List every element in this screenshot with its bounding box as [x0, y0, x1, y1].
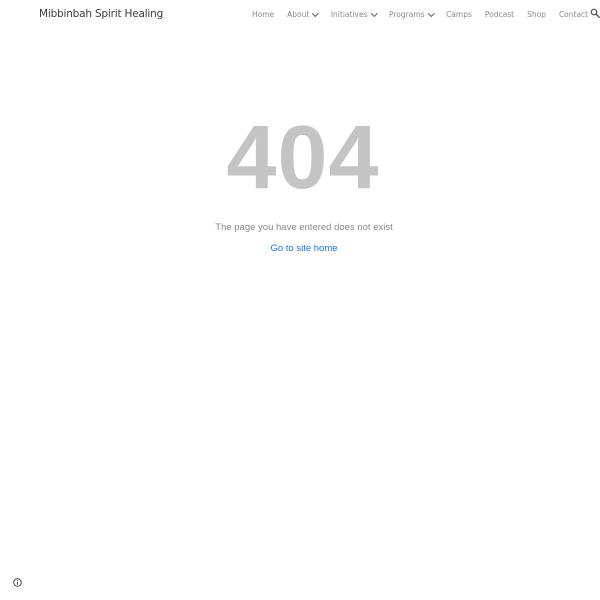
nav-item-about[interactable]: About: [287, 9, 319, 19]
nav-item-label: About: [287, 10, 310, 19]
chevron-down-icon[interactable]: [312, 9, 319, 17]
nav-item-label: Initiatives: [330, 10, 368, 19]
search-icon[interactable]: [590, 8, 600, 18]
nav-item-contact[interactable]: Contact: [559, 10, 588, 19]
nav-item-label: Programs: [389, 10, 425, 19]
go-home-link[interactable]: Go to site home: [270, 243, 337, 254]
nav-item-initiatives[interactable]: Initiatives: [330, 9, 377, 19]
page: Mibbinbah Spirit Healing Home About Init…: [0, 0, 600, 600]
nav-item-programs[interactable]: Programs: [389, 9, 434, 19]
site-header: Mibbinbah Spirit Healing Home About Init…: [0, 0, 600, 28]
nav-item-shop[interactable]: Shop: [527, 10, 546, 19]
info-icon[interactable]: [13, 578, 22, 587]
nav-item-label: Contact: [558, 10, 589, 19]
nav-item-label: Shop: [527, 10, 546, 19]
error-message: The page you have entered does not exist: [215, 222, 393, 233]
chevron-down-icon[interactable]: [370, 9, 377, 17]
nav-item-label: Camps: [446, 10, 472, 19]
chevron-down-icon[interactable]: [427, 9, 434, 17]
nav-item-camps[interactable]: Camps: [446, 10, 472, 19]
site-title[interactable]: Mibbinbah Spirit Healing: [39, 8, 163, 20]
nav-item-label: Home: [252, 10, 275, 19]
nav-item-home[interactable]: Home: [252, 10, 274, 19]
main-nav: Home About Initiatives Programs Camps Po…: [252, 9, 588, 19]
nav-item-podcast[interactable]: Podcast: [485, 10, 514, 19]
go-home-link-row: Go to site home: [0, 243, 600, 254]
nav-item-label: Podcast: [484, 10, 515, 19]
error-code: 404: [226, 108, 380, 208]
